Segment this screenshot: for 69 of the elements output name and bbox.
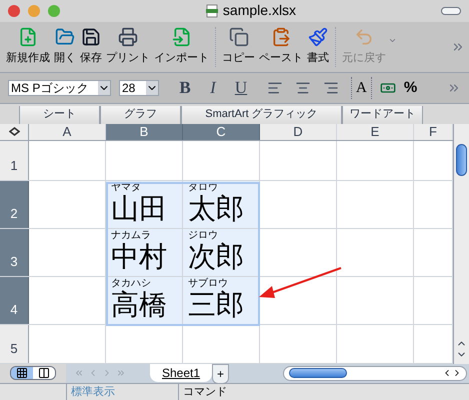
toolbar-button[interactable]: プリント	[104, 27, 152, 67]
toolbar-icon	[81, 27, 101, 48]
column-header[interactable]: B	[106, 124, 183, 140]
phonetic-reading: ジロウ	[188, 230, 219, 240]
table-cell-text: 高橋	[111, 288, 168, 320]
vertical-scrollbar[interactable]	[453, 124, 469, 364]
toolbar-icon	[354, 27, 374, 48]
ribbon-tab[interactable]: SmartArt グラフィック	[181, 106, 342, 124]
align-left-icon[interactable]	[267, 80, 283, 96]
dropdown-icon	[146, 80, 158, 95]
toolbar-button[interactable]: 保存	[78, 27, 104, 67]
phonetic-reading: サブロウ	[188, 278, 229, 288]
row-header[interactable]: 5	[0, 324, 29, 362]
toolbar-icon	[228, 27, 248, 48]
toolbar-icon	[118, 27, 138, 48]
table-cell-text: 太郎	[188, 192, 245, 224]
toolbar-toggle-button[interactable]	[441, 6, 461, 15]
toolbar-button[interactable]: 書式	[305, 27, 331, 67]
view-button[interactable]	[11, 367, 33, 379]
select-all-icon[interactable]	[0, 124, 29, 140]
toolbar-icon	[271, 27, 291, 48]
toolbar-button[interactable]: ペースト	[257, 27, 305, 67]
column-header[interactable]: E	[337, 124, 414, 140]
toolbar-icon	[172, 27, 192, 48]
toolbar-icon	[18, 27, 38, 48]
column-header[interactable]: C	[183, 124, 260, 140]
toolbar-button[interactable]: 新規作成	[4, 27, 52, 67]
column-header[interactable]: A	[29, 124, 106, 140]
phonetic-reading: ナカムラ	[111, 230, 152, 240]
table-cell-text: 次郎	[188, 240, 245, 272]
scroll-thumb[interactable]	[289, 368, 347, 378]
spreadsheet-file-icon	[204, 4, 219, 18]
row-header[interactable]: 3	[0, 228, 29, 276]
table-cell-text: 三郎	[188, 288, 245, 320]
font-select[interactable]: MS Pゴシック	[8, 80, 111, 96]
italic-button[interactable]: I	[203, 75, 223, 101]
ribbon-tab[interactable]: ワードアート	[342, 106, 423, 124]
bold-button[interactable]: B	[175, 75, 195, 101]
font-size-select[interactable]: 28	[119, 80, 159, 96]
status-view-mode: 標準表示	[66, 384, 178, 400]
view-button[interactable]	[33, 367, 55, 379]
ribbon-tab[interactable]: グラフ	[100, 106, 181, 124]
align-center-icon[interactable]	[295, 80, 311, 96]
phonetic-reading: タカハシ	[111, 278, 152, 288]
toolbar-icon	[308, 27, 328, 48]
toolbar-icon	[55, 27, 75, 48]
add-sheet-button[interactable]: +	[212, 364, 230, 384]
sheet-tab[interactable]: Sheet1	[150, 364, 212, 382]
shrink-to-fit-button[interactable]: A	[351, 76, 372, 100]
status-mode: コマンド	[178, 384, 469, 400]
row-header[interactable]: 4	[0, 276, 29, 324]
row-header[interactable]: 1	[0, 140, 29, 180]
toolbar-button[interactable]: コピー	[220, 27, 257, 67]
scroll-thumb[interactable]	[456, 144, 467, 176]
toolbar-button[interactable]: インポート	[152, 27, 211, 67]
percent-button[interactable]: %	[404, 76, 418, 100]
column-header[interactable]: D	[260, 124, 337, 140]
underline-button[interactable]: U	[231, 75, 251, 101]
column-header[interactable]: F	[414, 124, 453, 140]
table-cell-text: 中村	[111, 240, 168, 272]
align-right-icon[interactable]	[323, 80, 339, 96]
close-button[interactable]	[8, 4, 20, 17]
row-header[interactable]: 2	[0, 180, 29, 228]
table-cell-text: 山田	[111, 192, 168, 224]
toolbar-button[interactable]: 開く	[52, 27, 78, 67]
ribbon-tab[interactable]: シート	[19, 106, 100, 124]
window-title: sample.xlsx	[222, 1, 296, 20]
dropdown-icon	[98, 80, 110, 95]
horizontal-scrollbar[interactable]	[283, 366, 467, 380]
